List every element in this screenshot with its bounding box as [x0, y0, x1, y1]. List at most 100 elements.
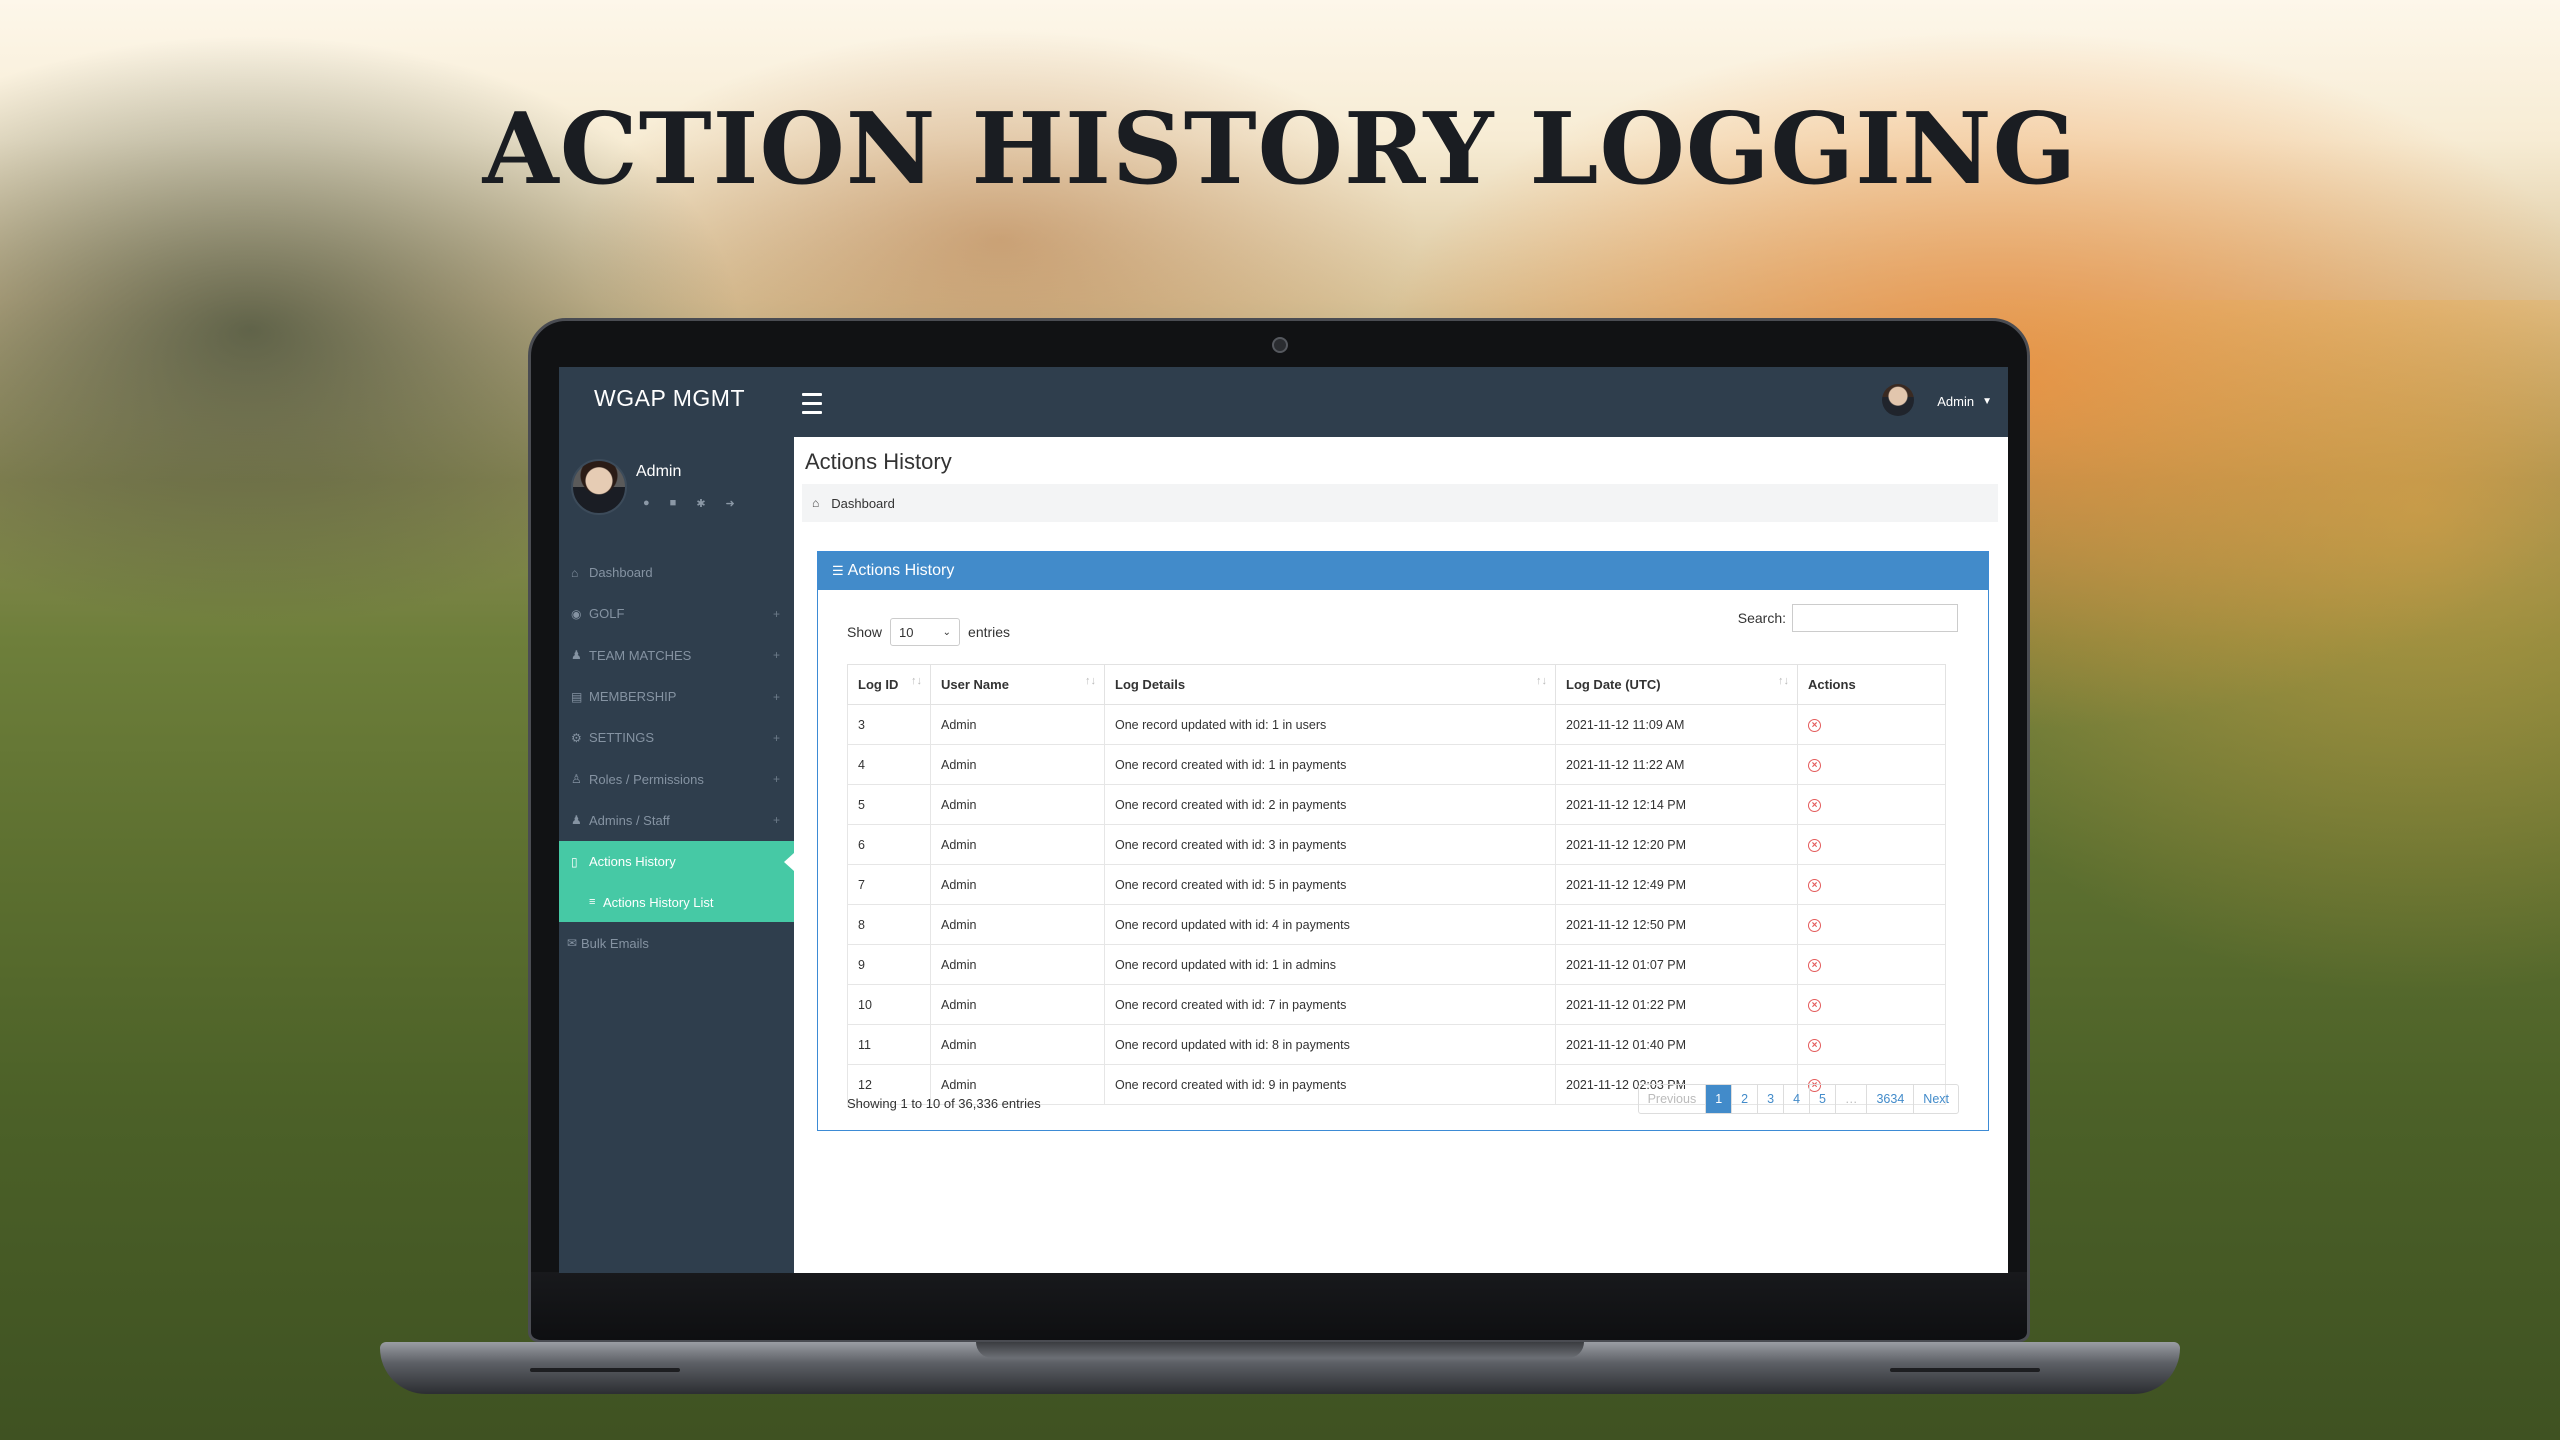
cell-log-date: 2021-11-12 12:49 PM — [1555, 864, 1798, 905]
profile-icon[interactable]: ● — [643, 497, 650, 510]
cell-log-date: 2021-11-12 11:22 AM — [1555, 744, 1798, 785]
sidebar-user-actions: ● ■ ✱ ➜ — [643, 497, 735, 510]
sidebar-item-label: Admins / Staff — [589, 812, 670, 828]
sidebar: Admin ● ■ ✱ ➜ ⌂ Dashboard ◉ GOLF + ♟ TEA… — [559, 437, 794, 1273]
cell-actions: × — [1797, 784, 1946, 825]
delete-icon[interactable]: × — [1808, 999, 1821, 1012]
envelope-icon: ✉ — [567, 936, 578, 951]
sidebar-item-label: GOLF — [589, 606, 625, 622]
pagination-page-5[interactable]: 5 — [1810, 1085, 1836, 1113]
sidebar-item-admins-staff[interactable]: ♟ Admins / Staff + — [559, 800, 794, 841]
cell-log-details: One record created with id: 5 in payment… — [1104, 864, 1556, 905]
pagination-page-2[interactable]: 2 — [1732, 1085, 1759, 1113]
pagination-page-1[interactable]: 1 — [1706, 1085, 1733, 1113]
column-header-log-details[interactable]: Log Details ↑↓ — [1104, 664, 1556, 705]
delete-icon[interactable]: × — [1808, 1039, 1821, 1052]
sidebar-item-label: Bulk Emails — [581, 935, 649, 951]
sidebar-item-dashboard[interactable]: ⌂ Dashboard — [559, 552, 794, 593]
column-header-user-name[interactable]: User Name ↑↓ — [930, 664, 1105, 705]
sidebar-item-golf[interactable]: ◉ GOLF + — [559, 593, 794, 634]
cell-log-details: One record created with id: 3 in payment… — [1104, 824, 1556, 865]
sidebar-item-membership[interactable]: ▤ MEMBERSHIP + — [559, 676, 794, 717]
table-row: 7 Admin One record created with id: 5 in p… — [847, 864, 1946, 905]
show-label: Show — [847, 624, 883, 640]
cell-log-date: 2021-11-12 12:50 PM — [1555, 904, 1798, 945]
column-header-log-date[interactable]: Log Date (UTC) ↑↓ — [1555, 664, 1798, 705]
cell-log-date: 2021-11-12 01:40 PM — [1555, 1024, 1798, 1065]
list-icon: ☰ — [832, 563, 844, 578]
user-dropdown[interactable]: Admin ▼ — [1882, 384, 1992, 416]
sidebar-subitem-actions-history-list[interactable]: ≡ Actions History List — [559, 882, 794, 923]
column-header-log-id[interactable]: Log ID ↑↓ — [847, 664, 931, 705]
expand-plus-icon[interactable]: + — [773, 607, 780, 621]
menu-toggle-icon[interactable] — [799, 387, 825, 417]
avatar[interactable] — [1882, 384, 1914, 416]
page-length-select[interactable]: 10 ⌄ — [890, 618, 961, 646]
breadcrumb: ⌂ Dashboard — [802, 484, 1998, 522]
top-navbar: WGAP MGMT Admin ▼ — [559, 367, 2008, 437]
expand-plus-icon[interactable]: + — [773, 813, 780, 827]
search-label: Search: — [1737, 610, 1786, 626]
cell-log-id: 9 — [847, 944, 931, 985]
expand-plus-icon[interactable]: + — [773, 772, 780, 786]
home-icon: ⌂ — [571, 565, 579, 580]
sidebar-item-actions-history[interactable]: ▯ Actions History — [559, 841, 794, 883]
cell-user-name: Admin — [930, 904, 1105, 945]
cell-log-details: One record updated with id: 1 in admins — [1104, 944, 1556, 985]
pagination-previous[interactable]: Previous — [1639, 1085, 1707, 1113]
cell-actions: × — [1797, 904, 1946, 945]
cell-log-id: 6 — [847, 824, 931, 865]
expand-plus-icon[interactable]: + — [773, 690, 780, 704]
logout-icon[interactable]: ➜ — [726, 497, 735, 510]
users-icon: ♟ — [571, 648, 582, 663]
cell-log-details: One record created with id: 9 in payment… — [1104, 1064, 1556, 1105]
actions-history-panel: ☰ Actions History Show 10 ⌄ entries Sear… — [817, 551, 1989, 1131]
pagination-next[interactable]: Next — [1914, 1085, 1958, 1113]
sort-icon[interactable]: ↑↓ — [911, 675, 922, 687]
cell-log-id: 11 — [847, 1024, 931, 1065]
pagination-page-3[interactable]: 3 — [1758, 1085, 1785, 1113]
pagination-page-4[interactable]: 4 — [1784, 1085, 1811, 1113]
table-row: 9 Admin One record updated with id: 1 in a… — [847, 944, 1946, 985]
table-info: Showing 1 to 10 of 36,336 entries — [847, 1096, 1041, 1111]
webcam — [1272, 337, 1288, 353]
delete-icon[interactable]: × — [1808, 879, 1821, 892]
lock-icon[interactable]: ■ — [670, 497, 677, 510]
sort-icon[interactable]: ↑↓ — [1536, 675, 1547, 687]
expand-plus-icon[interactable]: + — [773, 731, 780, 745]
delete-icon[interactable]: × — [1808, 919, 1821, 932]
sidebar-item-roles-permissions[interactable]: ♙ Roles / Permissions + — [559, 758, 794, 799]
sort-icon[interactable]: ↑↓ — [1778, 675, 1789, 687]
home-icon[interactable]: ⌂ — [812, 496, 819, 510]
delete-icon[interactable]: × — [1808, 719, 1821, 732]
cell-actions: × — [1797, 984, 1946, 1025]
delete-icon[interactable]: × — [1808, 799, 1821, 812]
sidebar-item-label: MEMBERSHIP — [589, 689, 677, 705]
cell-user-name: Admin — [930, 944, 1105, 985]
sort-icon[interactable]: ↑↓ — [1085, 675, 1096, 687]
delete-icon[interactable]: × — [1808, 959, 1821, 972]
user-dropdown-label[interactable]: Admin — [1937, 394, 1974, 409]
delete-icon[interactable]: × — [1808, 839, 1821, 852]
sidebar-item-bulk-emails[interactable]: ✉ Bulk Emails — [559, 922, 794, 963]
table-row: 10 Admin One record created with id: 7 in … — [847, 984, 1946, 1025]
table-header-row: Log ID ↑↓ User Name ↑↓ Log Details ↑↓ Log D… — [847, 664, 1946, 705]
sidebar-item-label: TEAM MATCHES — [589, 647, 692, 663]
caret-down-icon[interactable]: ▼ — [1982, 396, 1992, 407]
pagination-page-last[interactable]: 3634 — [1867, 1085, 1915, 1113]
cell-user-name: Admin — [930, 744, 1105, 785]
sidebar-item-team-matches[interactable]: ♟ TEAM MATCHES + — [559, 635, 794, 676]
cell-log-id: 3 — [847, 704, 931, 745]
sidebar-item-settings[interactable]: ⚙ SETTINGS + — [559, 717, 794, 758]
delete-icon[interactable]: × — [1808, 759, 1821, 772]
search-input[interactable] — [1792, 604, 1958, 632]
expand-plus-icon[interactable]: + — [773, 648, 780, 662]
brand-logo-text[interactable]: WGAP MGMT — [594, 385, 745, 412]
cell-log-id: 7 — [847, 864, 931, 905]
gear-icon: ⚙ — [571, 730, 582, 745]
cell-actions: × — [1797, 1024, 1946, 1065]
cell-log-id: 8 — [847, 904, 931, 945]
gear-icon[interactable]: ✱ — [696, 497, 705, 510]
cell-actions: × — [1797, 704, 1946, 745]
breadcrumb-dashboard-link[interactable]: Dashboard — [831, 496, 895, 511]
